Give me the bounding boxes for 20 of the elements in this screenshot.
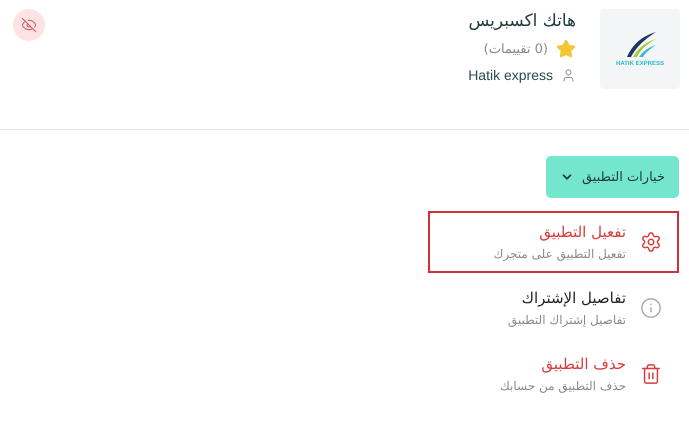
menu-item-title: حذف التطبيق bbox=[540, 355, 626, 373]
app-options-dropdown[interactable]: خيارات التطبيق bbox=[546, 156, 679, 198]
eye-off-icon bbox=[21, 17, 37, 33]
menu-item[interactable]: تفعيل التطبيق تفعيل التطبيق على متجرك bbox=[428, 211, 679, 273]
menu-item-subtitle: حذف التطبيق من حسابك bbox=[500, 379, 626, 393]
developer-name: Hatik express bbox=[468, 67, 553, 83]
app-name: هاتك اكسبريس bbox=[468, 11, 576, 31]
menu-item-subtitle: تفاصيل إشتراك التطبيق bbox=[508, 313, 626, 327]
menu-item-subtitle: تفعيل التطبيق على متجرك bbox=[494, 247, 626, 261]
info-icon bbox=[640, 297, 662, 319]
trash-icon bbox=[640, 363, 662, 385]
menu-item-title: تفعيل التطبيق bbox=[538, 223, 626, 241]
visibility-button[interactable] bbox=[13, 9, 45, 41]
menu-item-title: تفاصيل الإشتراك bbox=[520, 289, 626, 307]
settings-icon bbox=[640, 231, 662, 253]
menu-item[interactable]: تفاصيل الإشتراك تفاصيل إشتراك التطبيق bbox=[428, 277, 679, 339]
user-icon bbox=[561, 68, 576, 82]
rating-count: (0 تقييمات) bbox=[484, 42, 548, 56]
star-icon bbox=[556, 39, 576, 59]
menu-item[interactable]: حذف التطبيق حذف التطبيق من حسابك bbox=[428, 343, 679, 405]
